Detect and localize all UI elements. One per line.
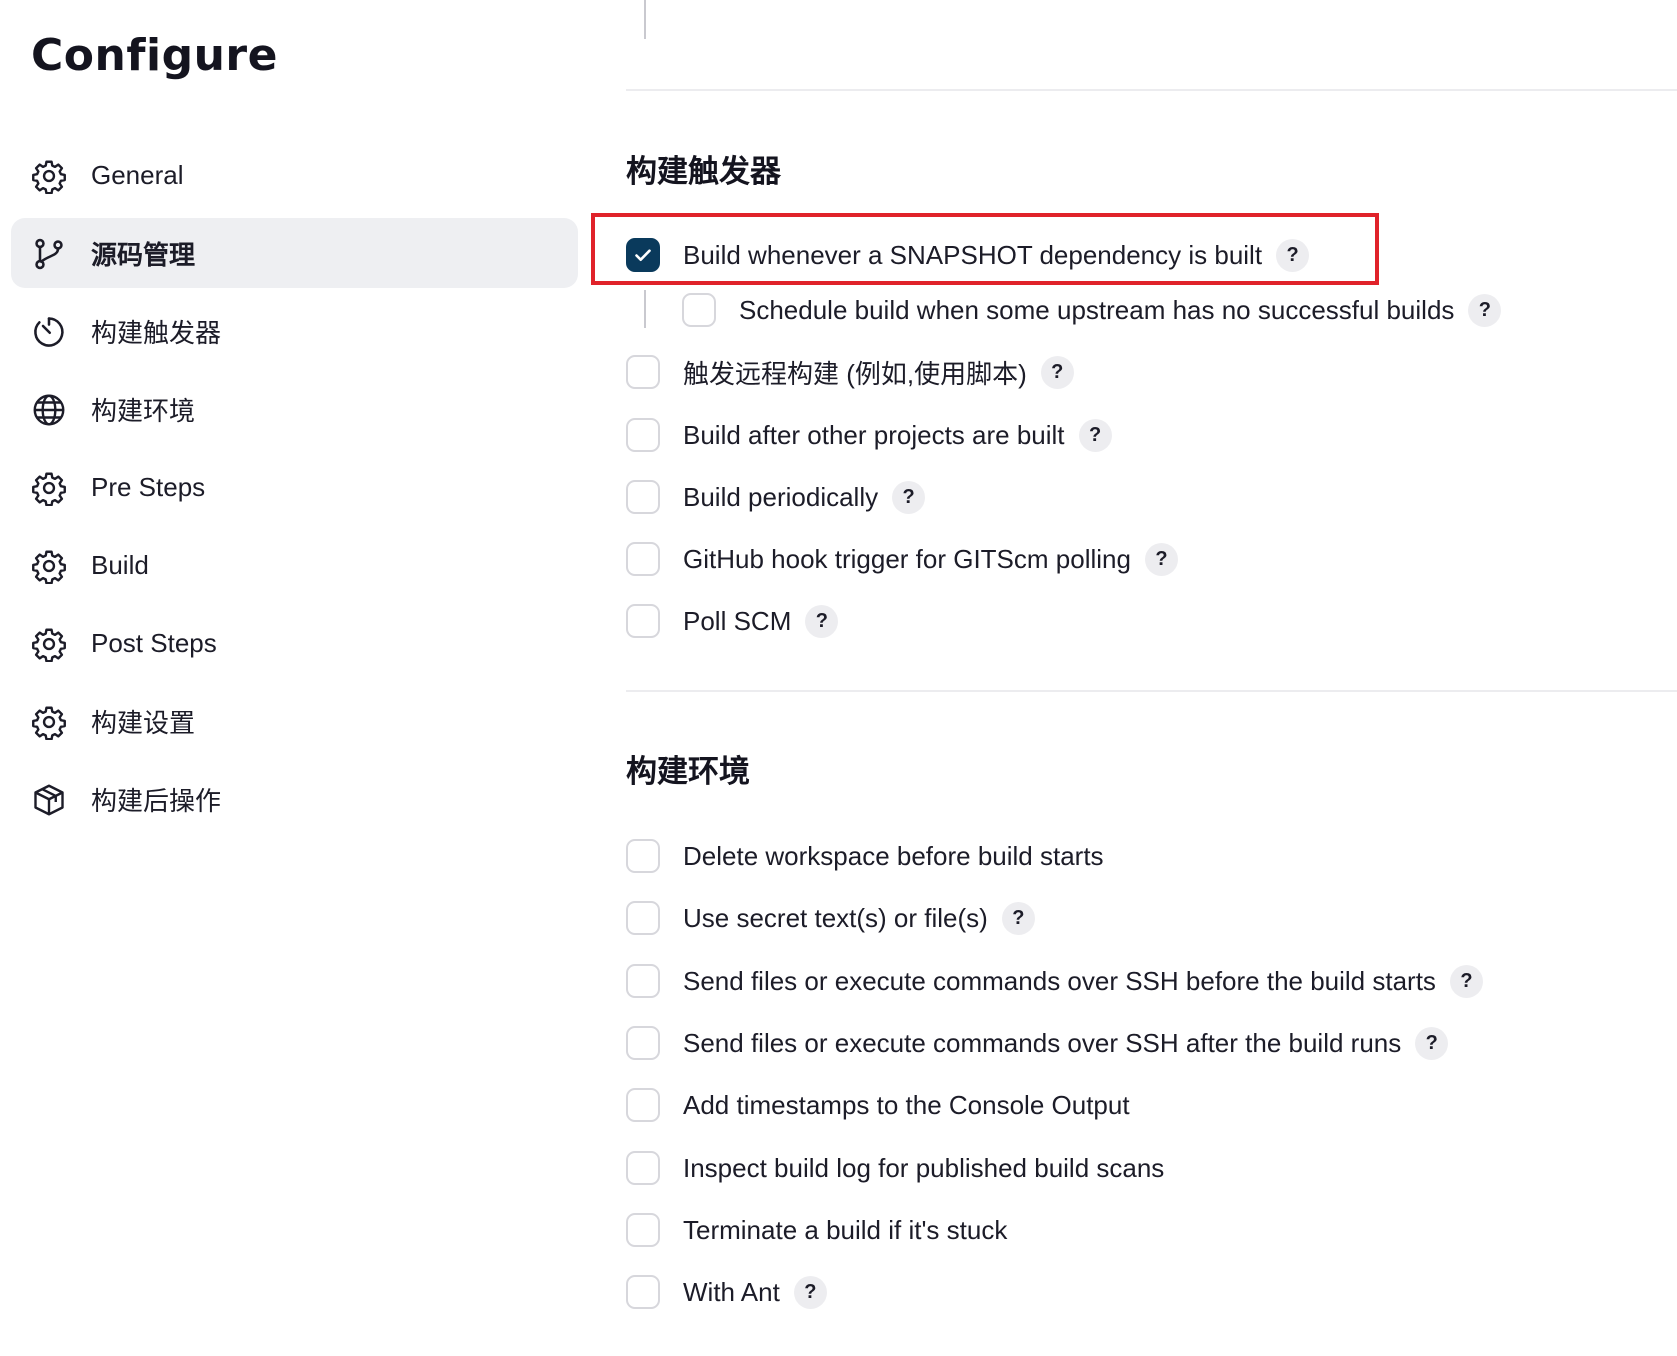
package-icon	[31, 782, 67, 818]
section-divider	[626, 690, 1677, 692]
option-label: Delete workspace before build starts	[683, 840, 1104, 871]
help-icon[interactable]: ?	[805, 604, 839, 638]
help-icon[interactable]: ?	[1449, 964, 1483, 998]
help-icon[interactable]: ?	[1040, 355, 1074, 389]
option-label: Add timestamps to the Console Output	[683, 1089, 1130, 1120]
env-option-timestamps: Add timestamps to the Console Output	[626, 1083, 1130, 1127]
help-icon[interactable]: ?	[1276, 238, 1310, 272]
option-label: Inspect build log for published build sc…	[683, 1152, 1165, 1183]
option-label: Send files or execute commands over SSH …	[683, 1027, 1402, 1058]
option-label: Terminate a build if it's stuck	[683, 1214, 1008, 1245]
sidebar-item-post-build-actions[interactable]: 构建后操作	[11, 764, 578, 834]
sidebar-item-pre-steps[interactable]: Pre Steps	[11, 452, 578, 522]
checkbox[interactable]	[626, 1088, 660, 1122]
nested-option-line	[644, 290, 646, 328]
option-label: Build after other projects are built	[683, 419, 1065, 450]
top-connector-line	[644, 0, 646, 39]
checkbox[interactable]	[626, 418, 660, 452]
sidebar-item-build-settings[interactable]: 构建设置	[11, 686, 578, 756]
env-option-ssh-after: Send files or execute commands over SSH …	[626, 1021, 1449, 1065]
checkbox-checked[interactable]	[626, 238, 660, 272]
sidebar-item-label: General	[91, 159, 184, 190]
option-label: Build periodically	[683, 481, 879, 512]
build-triggers-title: 构建触发器	[626, 154, 781, 189]
help-icon[interactable]: ?	[892, 480, 926, 514]
help-icon[interactable]: ?	[1468, 293, 1502, 327]
checkbox[interactable]	[626, 355, 660, 389]
option-label: GitHub hook trigger for GITScm polling	[683, 543, 1131, 574]
help-icon[interactable]: ?	[1144, 542, 1178, 576]
trigger-option-snapshot-dependency: Build whenever a SNAPSHOT dependency is …	[626, 233, 1310, 277]
trigger-option-github-hook: GitHub hook trigger for GITScm polling ?	[626, 537, 1178, 581]
sidebar-item-label: Build	[91, 549, 149, 580]
page-title: Configure	[31, 30, 278, 81]
option-label: Build whenever a SNAPSHOT dependency is …	[683, 239, 1263, 270]
gear-icon	[31, 158, 67, 195]
checkbox[interactable]	[626, 1213, 660, 1247]
build-environment-title: 构建环境	[626, 754, 750, 789]
trigger-option-remote-build: 触发远程构建 (例如,使用脚本) ?	[626, 350, 1074, 394]
help-icon[interactable]: ?	[1078, 418, 1112, 452]
trigger-option-upstream-no-success: Schedule build when some upstream has no…	[682, 288, 1502, 332]
trigger-option-after-other-projects: Build after other projects are built ?	[626, 413, 1112, 457]
git-branch-icon	[31, 236, 67, 272]
sidebar-item-build-environment[interactable]: 构建环境	[11, 374, 578, 444]
env-option-with-ant: With Ant ?	[626, 1270, 827, 1314]
sidebar-item-label: 构建触发器	[91, 317, 222, 348]
sidebar-item-label: Post Steps	[91, 627, 217, 658]
trigger-option-build-periodically: Build periodically ?	[626, 475, 926, 519]
option-label: 触发远程构建 (例如,使用脚本)	[683, 358, 1027, 389]
checkbox[interactable]	[626, 839, 660, 873]
sidebar-nav: General 源码管理 构建触发器 构建环境 Pre Steps Build	[11, 140, 578, 842]
sidebar-item-post-steps[interactable]: Post Steps	[11, 608, 578, 678]
sidebar-item-source-code[interactable]: 源码管理	[11, 218, 578, 288]
gear-icon	[31, 626, 67, 663]
env-option-delete-workspace: Delete workspace before build starts	[626, 834, 1104, 878]
option-label: Schedule build when some upstream has no…	[739, 294, 1455, 325]
gear-icon	[31, 704, 67, 741]
checkbox[interactable]	[626, 1151, 660, 1185]
option-label: Send files or execute commands over SSH …	[683, 965, 1436, 996]
help-icon[interactable]: ?	[793, 1275, 827, 1309]
sidebar-item-build-triggers[interactable]: 构建触发器	[11, 296, 578, 366]
sidebar-item-label: 源码管理	[91, 239, 196, 270]
option-label: Use secret text(s) or file(s)	[683, 902, 988, 933]
checkbox[interactable]	[626, 964, 660, 998]
checkbox[interactable]	[626, 1275, 660, 1309]
gear-icon	[31, 548, 67, 585]
checkbox[interactable]	[626, 542, 660, 576]
env-option-terminate-stuck: Terminate a build if it's stuck	[626, 1208, 1007, 1252]
timer-icon	[31, 314, 67, 350]
checkbox[interactable]	[626, 901, 660, 935]
gear-icon	[31, 470, 67, 507]
sidebar-item-build[interactable]: Build	[11, 530, 578, 600]
option-label: With Ant	[683, 1276, 780, 1307]
sidebar-item-label: 构建设置	[91, 707, 196, 738]
check-icon	[635, 249, 651, 261]
section-divider	[626, 89, 1677, 91]
env-option-secret-text: Use secret text(s) or file(s) ?	[626, 896, 1035, 940]
sidebar-item-label: 构建环境	[91, 395, 196, 426]
trigger-option-poll-scm: Poll SCM ?	[626, 599, 839, 643]
sidebar-item-label: 构建后操作	[91, 785, 222, 816]
option-label: Poll SCM	[683, 605, 792, 636]
sidebar-item-general[interactable]: General	[11, 140, 578, 210]
checkbox[interactable]	[682, 293, 716, 327]
help-icon[interactable]: ?	[1415, 1026, 1449, 1060]
checkbox[interactable]	[626, 480, 660, 514]
help-icon[interactable]: ?	[1001, 901, 1035, 935]
env-option-ssh-before: Send files or execute commands over SSH …	[626, 959, 1483, 1003]
env-option-build-scans: Inspect build log for published build sc…	[626, 1146, 1164, 1190]
checkbox[interactable]	[626, 604, 660, 638]
sidebar-item-label: Pre Steps	[91, 471, 206, 502]
checkbox[interactable]	[626, 1026, 660, 1060]
globe-icon	[31, 392, 67, 428]
